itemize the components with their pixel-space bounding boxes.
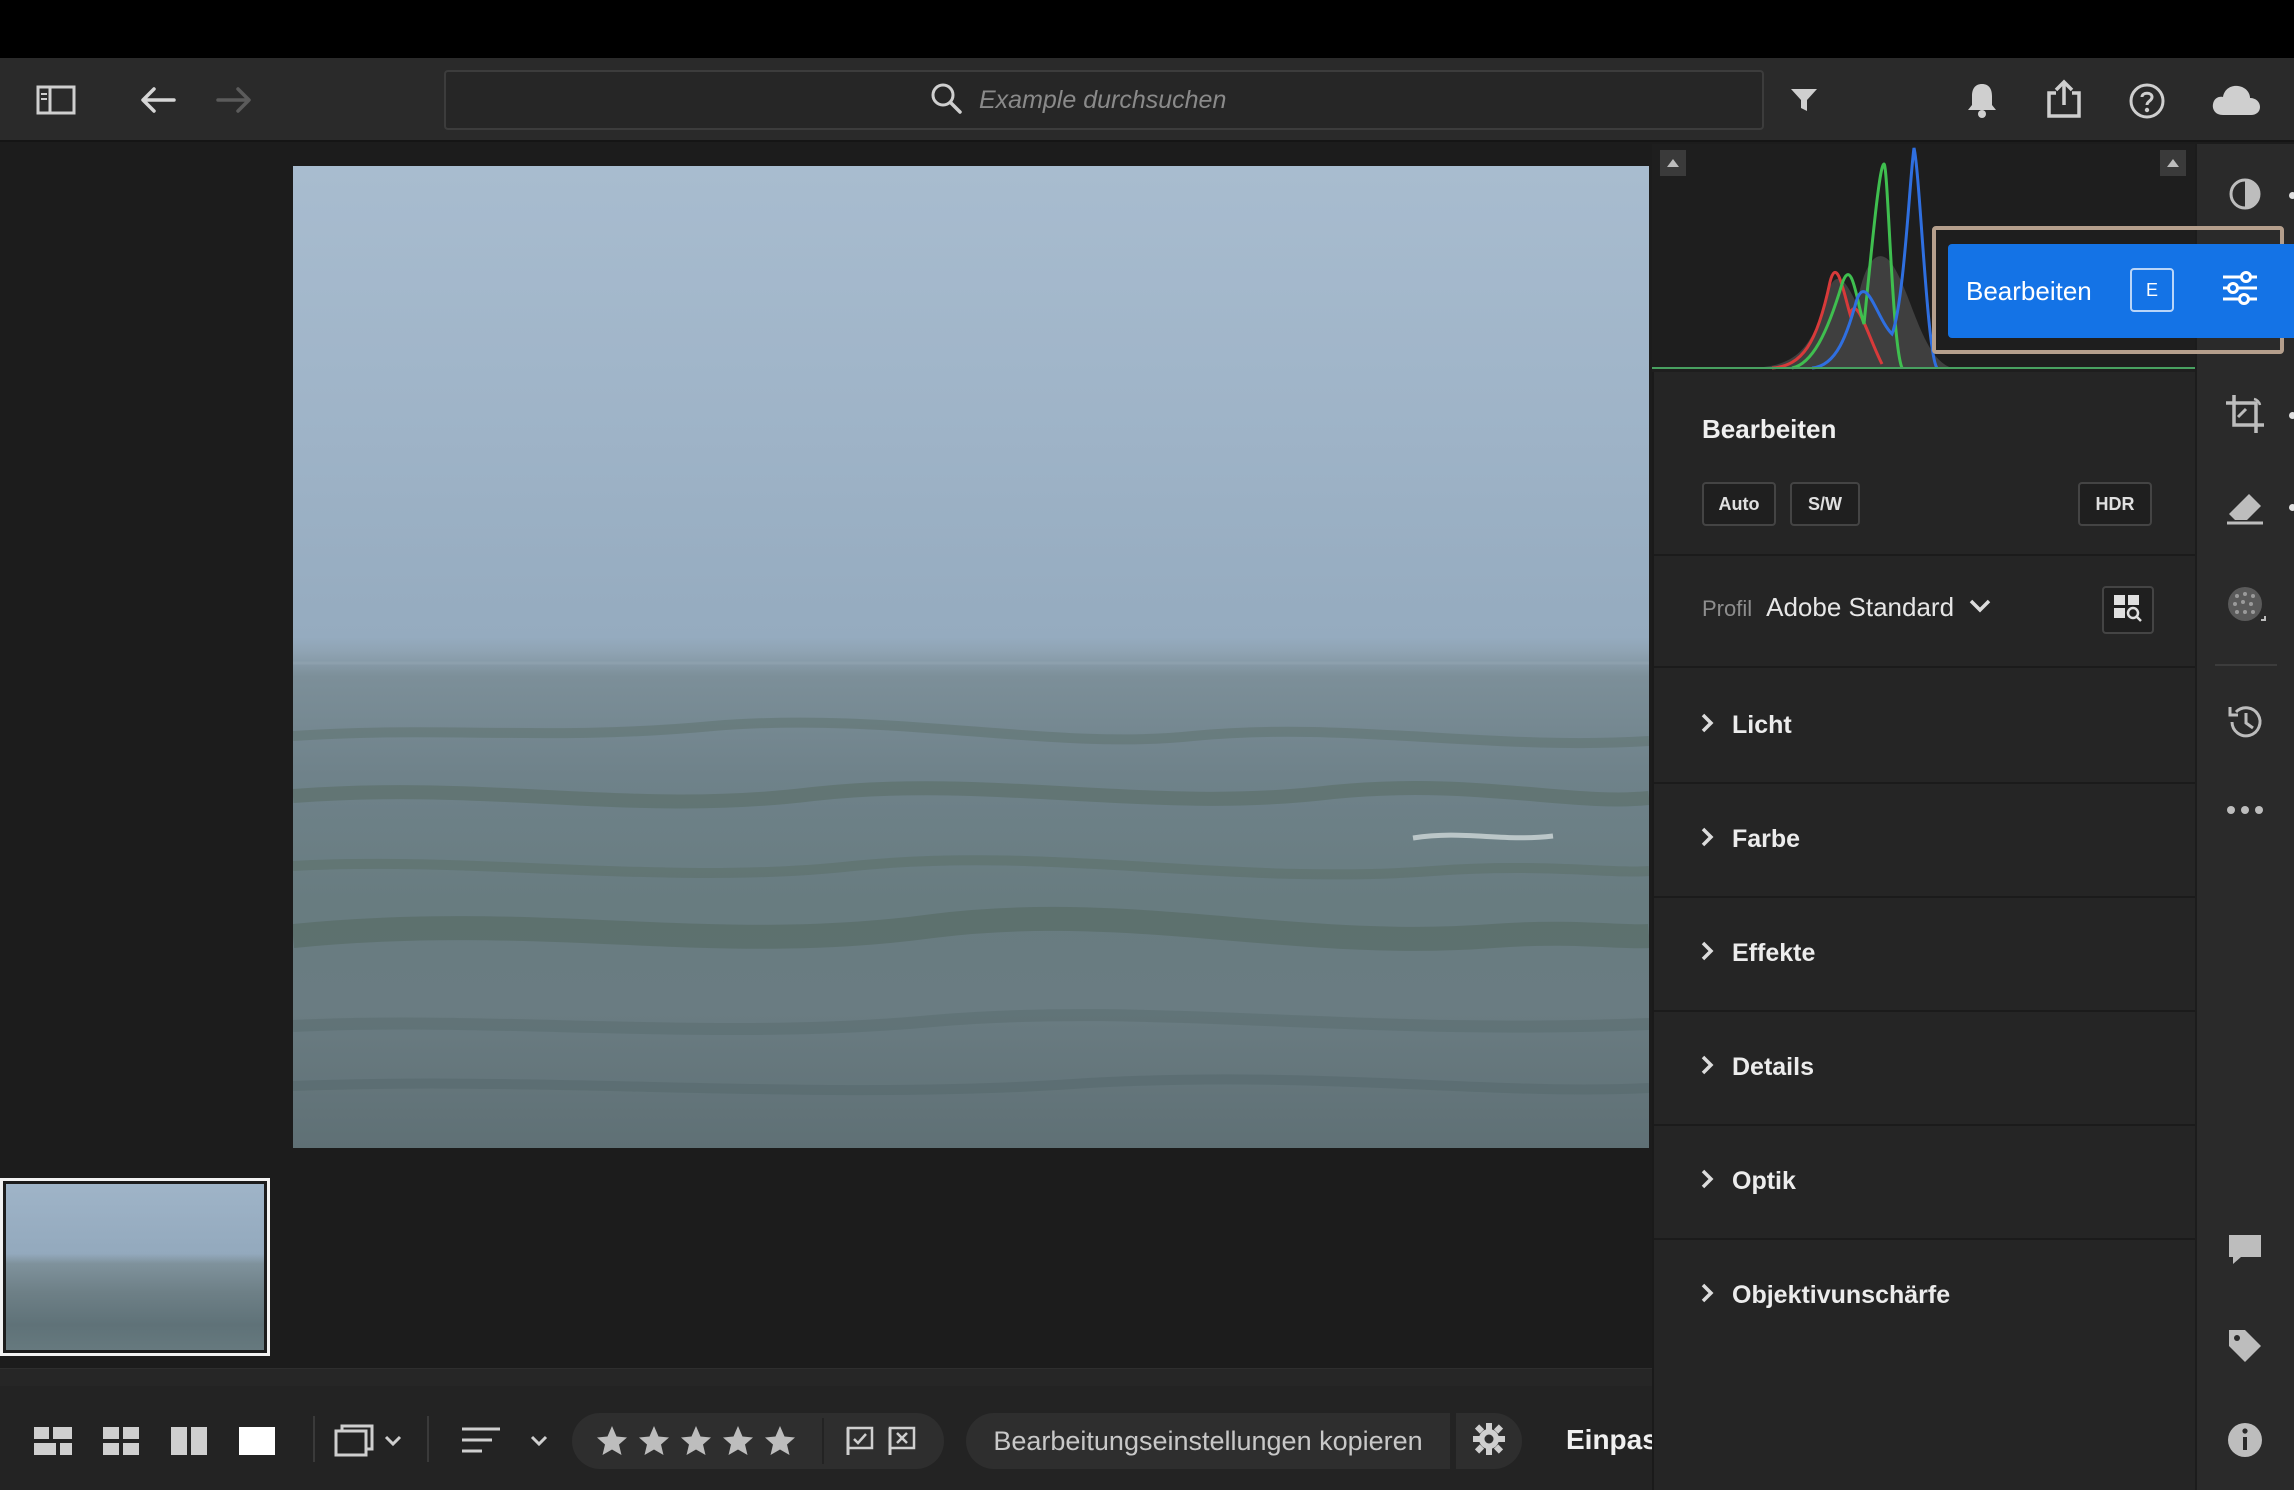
edit-sliders-icon xyxy=(2220,268,2260,313)
profile-row[interactable]: Profil Adobe Standard xyxy=(1702,592,1992,623)
section-label: Details xyxy=(1732,1052,1814,1081)
active-indicator xyxy=(2289,192,2294,199)
edit-panel: Bearbeiten Auto S/W HDR Profil Adobe Sta… xyxy=(1652,372,2197,1490)
chevron-right-icon xyxy=(1700,826,1714,853)
chevron-down-icon[interactable] xyxy=(1968,598,1992,619)
section-label: Objektivunschärfe xyxy=(1732,1280,1951,1309)
chevron-right-icon xyxy=(1700,1054,1714,1081)
copy-settings-options-button[interactable] xyxy=(1456,1413,1522,1469)
crop-icon[interactable] xyxy=(2219,388,2271,440)
edit-sliders-icon[interactable] xyxy=(2219,168,2271,220)
search-input[interactable] xyxy=(979,85,1279,115)
profile-select[interactable]: Adobe Standard xyxy=(1766,592,1954,623)
divider xyxy=(822,1418,824,1464)
filter-icon[interactable] xyxy=(1784,82,1824,118)
reject-flag-icon[interactable] xyxy=(884,1424,920,1458)
hdr-button[interactable]: HDR xyxy=(2078,482,2152,526)
profile-browser-button[interactable] xyxy=(2102,586,2154,634)
lightroom-app: Bearbeitungseinstellungen kopieren Einpa… xyxy=(0,0,2294,1490)
shortcut-key: E xyxy=(2130,268,2174,312)
indicator-dot xyxy=(2289,412,2294,419)
search-box[interactable] xyxy=(444,70,1764,130)
masking-icon[interactable] xyxy=(2219,578,2271,630)
edit-tooltip-label: Bearbeiten xyxy=(1966,275,2092,306)
section-licht[interactable]: Licht xyxy=(1654,668,2197,782)
compare-icon[interactable] xyxy=(168,1424,210,1458)
section-objektivunschaerfe[interactable]: Objektivunschärfe xyxy=(1654,1238,2197,1352)
share-icon[interactable] xyxy=(2042,78,2086,120)
cloud-icon[interactable] xyxy=(2208,82,2264,118)
rail-divider xyxy=(2215,664,2277,666)
panel-toggle-icon[interactable] xyxy=(34,82,78,118)
top-toolbar xyxy=(0,58,2294,142)
info-icon[interactable] xyxy=(2219,1414,2271,1466)
flag-icon[interactable] xyxy=(842,1424,878,1458)
indicator-dot xyxy=(2289,504,2294,511)
bw-button[interactable]: S/W xyxy=(1790,482,1860,526)
comment-icon[interactable] xyxy=(2219,1224,2271,1276)
thumbnail-image xyxy=(6,1184,264,1350)
chevron-right-icon xyxy=(1700,1168,1714,1195)
help-icon[interactable] xyxy=(2126,80,2168,122)
section-farbe[interactable]: Farbe xyxy=(1654,782,2197,896)
main-photo xyxy=(293,166,1649,1148)
fit-zoom-label[interactable]: Einpas xyxy=(1566,1424,1658,1456)
section-label: Licht xyxy=(1732,710,1792,739)
chevron-right-icon xyxy=(1700,940,1714,967)
profile-browser-icon xyxy=(2112,593,2144,628)
section-label: Effekte xyxy=(1732,938,1816,967)
chevron-right-icon xyxy=(1700,712,1714,739)
back-arrow-icon[interactable] xyxy=(136,82,180,118)
left-panel xyxy=(0,144,293,1170)
grid-large-icon[interactable] xyxy=(32,1424,74,1458)
section-effekte[interactable]: Effekte xyxy=(1654,896,2197,1010)
history-icon[interactable] xyxy=(2219,696,2271,748)
grid-small-icon[interactable] xyxy=(100,1424,142,1458)
slideshow-icon[interactable] xyxy=(334,1422,408,1460)
tag-icon[interactable] xyxy=(2219,1320,2271,1372)
section-optik[interactable]: Optik xyxy=(1654,1124,2197,1238)
sort-icon[interactable] xyxy=(458,1424,554,1458)
section-details[interactable]: Details xyxy=(1654,1010,2197,1124)
edit-button-tooltip[interactable]: Bearbeiten E xyxy=(1948,244,2294,338)
healing-icon[interactable] xyxy=(2219,480,2271,532)
gear-icon xyxy=(1472,1422,1506,1461)
auto-button[interactable]: Auto xyxy=(1702,482,1776,526)
search-icon xyxy=(929,81,963,120)
filmstrip-scrollbar[interactable] xyxy=(0,1368,1652,1386)
divider xyxy=(1654,554,2197,556)
divider xyxy=(313,1416,315,1462)
top-strip xyxy=(0,0,2294,58)
divider xyxy=(427,1416,429,1462)
more-icon[interactable] xyxy=(2219,784,2271,836)
filmstrip-thumbnail[interactable] xyxy=(0,1178,270,1356)
forward-arrow-icon[interactable] xyxy=(212,82,256,118)
bell-icon[interactable] xyxy=(1960,80,2004,120)
copy-settings-button[interactable]: Bearbeitungseinstellungen kopieren xyxy=(966,1413,1450,1469)
single-view-icon[interactable] xyxy=(236,1424,278,1458)
section-label: Farbe xyxy=(1732,824,1801,853)
profile-label: Profil xyxy=(1702,596,1753,621)
star-rating[interactable] xyxy=(594,1422,814,1460)
chevron-right-icon xyxy=(1700,1282,1714,1309)
section-label: Optik xyxy=(1732,1166,1796,1195)
edit-panel-title: Bearbeiten xyxy=(1702,414,1837,444)
